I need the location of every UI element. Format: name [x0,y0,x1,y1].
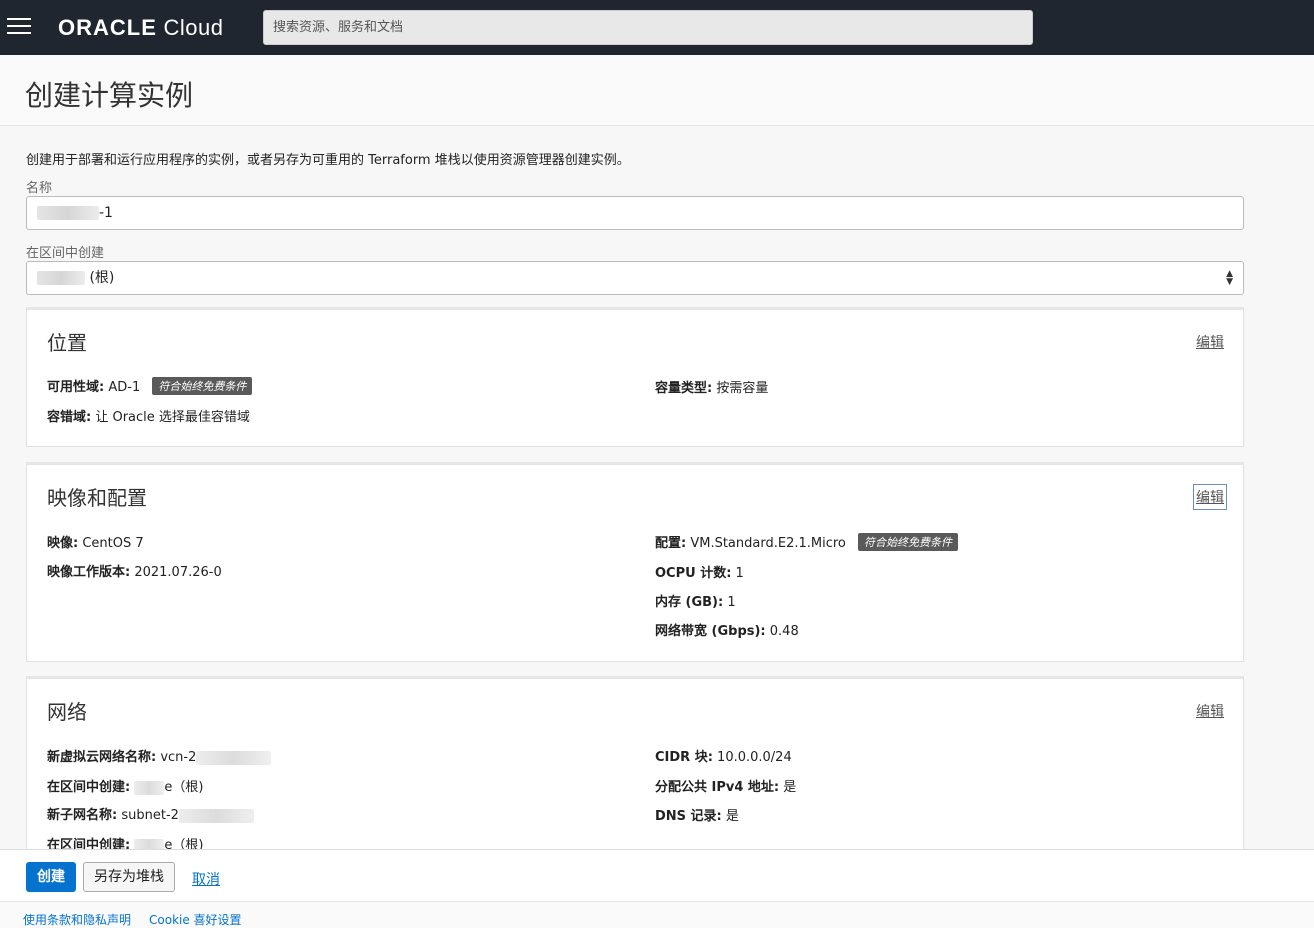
image-build-key: 映像工作版本: [47,565,131,580]
search-input[interactable]: 搜索资源、服务和文档 [263,10,1033,45]
dns-record-row: DNS 记录: 是 [655,805,739,824]
ocpu-value: 1 [735,566,744,581]
cancel-link[interactable]: 取消 [192,869,220,889]
bandwidth-key: 网络带宽 (Gbps): [655,624,766,639]
availability-domain-value: AD-1 [108,380,141,395]
image-build-row: 映像工作版本: 2021.07.26-0 [47,561,222,580]
cidr-value: 10.0.0.0/24 [717,750,792,765]
shape-row: 配置: VM.Standard.E2.1.Micro 符合始终免费条件 [655,532,959,551]
placement-card: 位置 编辑 可用性域: AD-1 符合始终免费条件 容错域: 让 Oracle … [26,307,1244,447]
bandwidth-row: 网络带宽 (Gbps): 0.48 [655,620,799,639]
fault-domain-value: 让 Oracle 选择最佳容错域 [95,410,250,425]
vcn-name-value: vcn-2 [160,750,197,765]
cookie-preferences-link[interactable]: Cookie 喜好设置 [149,911,242,928]
memory-key: 内存 (GB): [655,595,724,610]
placement-edit-link[interactable]: 编辑 [1196,332,1224,352]
vcn-compartment-row: 在区间中创建: e（根) [47,776,203,795]
always-free-badge: 符合始终免费条件 [152,377,253,395]
oracle-cloud-logo[interactable]: ORACLE Cloud [58,15,224,41]
select-arrows-icon: ▲ ▼ [1226,269,1233,287]
shape-value: VM.Standard.E2.1.Micro [690,536,846,551]
redacted-subnet-compartment [134,838,165,849]
ocpu-row: OCPU 计数: 1 [655,562,744,581]
image-value: CentOS 7 [82,536,144,551]
redacted-name [37,206,99,220]
hamburger-menu-icon[interactable] [7,18,31,36]
page-footer: 使用条款和隐私声明 Cookie 喜好设置 [0,901,1314,928]
vcn-compartment-value: e（根) [164,780,204,795]
cidr-row: CIDR 块: 10.0.0.0/24 [655,746,792,765]
vcn-name-row: 新虚拟云网络名称: vcn-2 [47,746,272,765]
availability-domain-key: 可用性域: [47,380,105,395]
redacted-vcn [196,750,272,765]
page-title: 创建计算实例 [25,79,194,112]
name-value: -1 [99,205,113,221]
logo-oracle-text: ORACLE [58,15,157,40]
fault-domain-key: 容错域: [47,410,92,425]
subnet-compartment-value: e（根) [164,838,204,849]
image-key: 映像: [47,536,79,551]
page-description: 创建用于部署和运行应用程序的实例，或者另存为可重用的 Terraform 堆栈以… [26,153,630,168]
create-button[interactable]: 创建 [26,862,76,892]
capacity-type-value: 按需容量 [716,381,769,396]
name-label: 名称 [26,181,53,196]
dns-record-key: DNS 记录: [655,809,722,824]
memory-value: 1 [727,595,736,610]
subnet-name-value: subnet-2 [121,808,179,823]
subnet-compartment-key: 在区间中创建: [47,838,131,849]
always-free-badge: 符合始终免费条件 [858,533,959,551]
redacted-compartment [37,271,85,285]
dns-record-value: 是 [725,809,739,824]
image-shape-edit-link[interactable]: 编辑 [1193,484,1227,510]
logo-cloud-text: Cloud [163,15,224,40]
networking-edit-link[interactable]: 编辑 [1196,701,1224,721]
name-field[interactable]: -1 [26,196,1244,230]
networking-title: 网络 [47,700,87,724]
cidr-key: CIDR 块: [655,750,713,765]
public-ipv4-row: 分配公共 IPv4 地址: 是 [655,776,796,795]
page-header: 创建计算实例 [0,55,1314,126]
subnet-name-row: 新子网名称: subnet-2 [47,804,254,823]
image-shape-title: 映像和配置 [47,486,147,510]
public-ipv4-value: 是 [783,780,797,795]
availability-domain-row: 可用性域: AD-1 符合始终免费条件 [47,376,253,395]
main-content: 创建用于部署和运行应用程序的实例，或者另存为可重用的 Terraform 堆栈以… [0,126,1314,849]
public-ipv4-key: 分配公共 IPv4 地址: [655,780,780,795]
compartment-value: (根) [89,270,115,286]
terms-privacy-link[interactable]: 使用条款和隐私声明 [23,911,131,928]
subnet-compartment-row: 在区间中创建: e（根) [47,834,203,849]
save-as-stack-button[interactable]: 另存为堆栈 [83,862,175,892]
bandwidth-value: 0.48 [769,624,799,639]
redacted-subnet [178,808,254,823]
ocpu-key: OCPU 计数: [655,566,732,581]
image-shape-card: 映像和配置 编辑 映像: CentOS 7 映像工作版本: 2021.07.26… [26,462,1244,662]
memory-row: 内存 (GB): 1 [655,591,736,610]
placement-title: 位置 [47,331,87,355]
action-bar: 创建 另存为堆栈 取消 [0,849,1314,901]
compartment-label: 在区间中创建 [26,246,105,261]
top-navigation-bar: ORACLE Cloud 搜索资源、服务和文档 [0,0,1314,55]
redacted-vcn-compartment [134,780,165,795]
vcn-name-key: 新虚拟云网络名称: [47,750,157,765]
subnet-name-key: 新子网名称: [47,808,118,823]
compartment-select[interactable]: (根) ▲ ▼ [26,261,1244,295]
networking-card: 网络 编辑 新虚拟云网络名称: vcn-2 在区间中创建: e（根) 新子网名称… [26,676,1244,849]
fault-domain-row: 容错域: 让 Oracle 选择最佳容错域 [47,406,250,425]
shape-key: 配置: [655,536,687,551]
capacity-type-row: 容量类型: 按需容量 [655,377,768,396]
vcn-compartment-key: 在区间中创建: [47,780,131,795]
image-build-value: 2021.07.26-0 [134,565,222,580]
image-row: 映像: CentOS 7 [47,532,144,551]
capacity-type-key: 容量类型: [655,381,713,396]
